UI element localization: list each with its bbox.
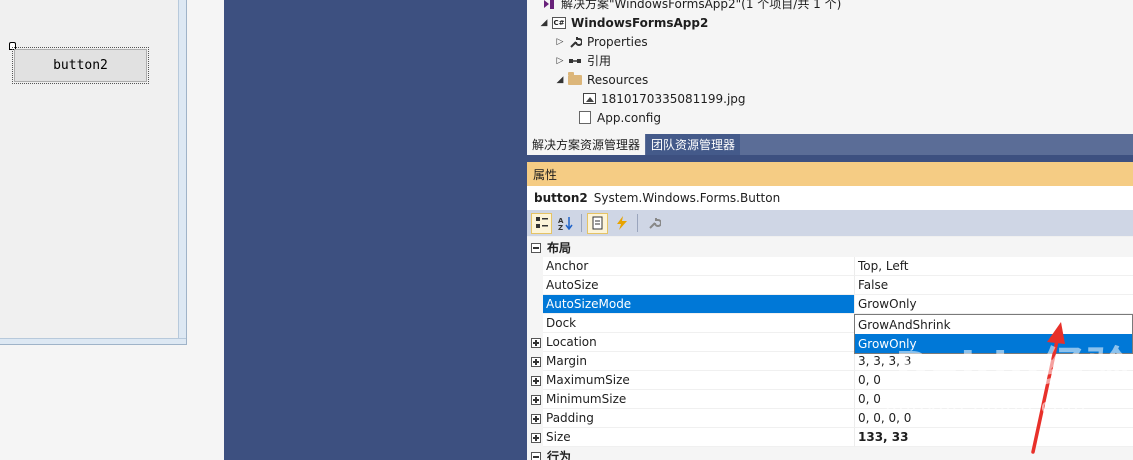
- tree-item-properties[interactable]: ▷ Properties: [553, 32, 648, 51]
- row-gutter: [527, 257, 543, 276]
- collapse-icon[interactable]: [531, 242, 541, 253]
- expand-icon[interactable]: [531, 337, 541, 348]
- property-name[interactable]: MaximumSize: [543, 371, 855, 390]
- events-lightning-icon[interactable]: [611, 213, 632, 234]
- panel-splitter[interactable]: [527, 155, 1133, 162]
- property-row-autosizemode[interactable]: AutoSizeMode GrowOnly: [527, 295, 1133, 314]
- form-border-bottom: [0, 338, 186, 344]
- dropdown-option-growonly[interactable]: GrowOnly: [855, 334, 1132, 353]
- property-value-combo[interactable]: GrowOnly: [855, 295, 1133, 314]
- property-value[interactable]: Top, Left: [855, 257, 1133, 276]
- property-value[interactable]: 133, 33: [855, 428, 1133, 447]
- category-layout[interactable]: 布局: [527, 238, 1133, 257]
- row-gutter: [527, 295, 543, 314]
- explorer-tab-strip: 解决方案资源管理器 团队资源管理器: [527, 134, 1133, 155]
- tab-team-explorer[interactable]: 团队资源管理器: [646, 134, 741, 155]
- tab-solution-explorer[interactable]: 解决方案资源管理器: [527, 134, 646, 155]
- object-name: button2: [534, 191, 588, 205]
- config-file-icon: [577, 111, 593, 125]
- row-gutter: [527, 333, 543, 352]
- property-name[interactable]: Padding: [543, 409, 855, 428]
- property-value[interactable]: 0, 0: [855, 371, 1133, 390]
- designer-button2[interactable]: button2: [12, 47, 149, 84]
- svg-text:Z: Z: [558, 224, 563, 230]
- tree-project-label: WindowsFormsApp2: [571, 15, 709, 30]
- properties-toolbar: AZ: [527, 210, 1133, 236]
- form-border-right: [178, 0, 186, 338]
- property-name[interactable]: Margin: [543, 352, 855, 371]
- collapsed-arrow-icon[interactable]: ▷: [553, 37, 567, 47]
- categorized-icon[interactable]: [531, 212, 552, 234]
- property-value[interactable]: 0, 0, 0, 0: [855, 409, 1133, 428]
- image-file-icon: [581, 92, 597, 106]
- category-label: 行为: [547, 450, 572, 460]
- row-gutter: [527, 428, 543, 447]
- row-gutter: [527, 276, 543, 295]
- expanded-arrow-icon[interactable]: ◢: [537, 18, 551, 28]
- tree-item-app-config[interactable]: App.config: [577, 108, 661, 127]
- row-gutter: [527, 371, 543, 390]
- editor-background: [224, 0, 527, 460]
- form-surface[interactable]: button2: [0, 0, 187, 345]
- row-gutter: [527, 314, 543, 333]
- collapse-icon[interactable]: [531, 451, 541, 460]
- properties-title: 属性: [527, 162, 1133, 186]
- csharp-project-icon: C#: [552, 16, 566, 29]
- expanded-arrow-icon[interactable]: ◢: [553, 75, 567, 85]
- row-gutter: [527, 390, 543, 409]
- object-selector[interactable]: button2 System.Windows.Forms.Button: [527, 186, 1133, 210]
- solution-explorer[interactable]: 解决方案"WindowsFormsApp2"(1 个项目/共 1 个) ◢ C#…: [527, 0, 1133, 134]
- expand-icon[interactable]: [531, 375, 541, 386]
- folder-icon: [567, 71, 583, 87]
- property-pages-wrench-icon[interactable]: [643, 213, 664, 234]
- row-gutter: [527, 409, 543, 428]
- tree-project-node[interactable]: ◢ C# WindowsFormsApp2: [537, 13, 709, 32]
- solution-icon: [541, 0, 557, 11]
- property-name[interactable]: Size: [543, 428, 855, 447]
- autosizemode-dropdown-list[interactable]: GrowAndShrink GrowOnly: [854, 314, 1133, 354]
- property-name[interactable]: Location: [543, 333, 855, 352]
- tree-item-image-file[interactable]: 1810170335081199.jpg: [581, 89, 746, 108]
- tree-item-label: 引用: [587, 54, 612, 68]
- property-name[interactable]: AutoSize: [543, 276, 855, 295]
- tree-item-label: Properties: [587, 34, 648, 49]
- red-annotation-arrow: [1031, 322, 1065, 454]
- property-name[interactable]: Dock: [543, 314, 855, 333]
- dropdown-option-growandshrink[interactable]: GrowAndShrink: [855, 315, 1132, 334]
- tree-item-resources[interactable]: ◢ Resources: [553, 70, 648, 89]
- references-icon: [567, 54, 583, 68]
- expand-icon[interactable]: [531, 413, 541, 424]
- expand-icon[interactable]: [531, 356, 541, 367]
- object-type: System.Windows.Forms.Button: [593, 191, 781, 205]
- toolbar-separator: [581, 214, 582, 232]
- tree-solution-label: 解决方案"WindowsFormsApp2"(1 个项目/共 1 个): [561, 0, 842, 11]
- expand-icon[interactable]: [531, 432, 541, 443]
- property-name[interactable]: MinimumSize: [543, 390, 855, 409]
- tree-solution-node[interactable]: 解决方案"WindowsFormsApp2"(1 个项目/共 1 个): [527, 0, 841, 13]
- expand-icon[interactable]: [531, 394, 541, 405]
- collapsed-arrow-icon[interactable]: ▷: [553, 56, 567, 66]
- properties-view-icon[interactable]: [587, 212, 608, 234]
- tree-item-references[interactable]: ▷ 引用: [553, 51, 611, 70]
- property-row-autosize[interactable]: AutoSize False: [527, 276, 1133, 295]
- tree-item-label: App.config: [597, 110, 661, 125]
- property-row-anchor[interactable]: Anchor Top, Left: [527, 257, 1133, 276]
- property-value[interactable]: 0, 0: [855, 390, 1133, 409]
- form-designer[interactable]: button2: [0, 0, 224, 460]
- row-gutter: [527, 352, 543, 371]
- alphabetical-icon[interactable]: AZ: [555, 213, 576, 234]
- property-value[interactable]: 3, 3, 3, 3: [855, 352, 1133, 371]
- tree-item-label: Resources: [587, 72, 649, 87]
- tree-item-label: 1810170335081199.jpg: [601, 91, 746, 106]
- wrench-icon: [567, 35, 583, 49]
- property-name[interactable]: Anchor: [543, 257, 855, 276]
- property-name[interactable]: AutoSizeMode: [543, 295, 855, 314]
- toolbar-separator: [637, 214, 638, 232]
- category-label: 布局: [547, 241, 572, 255]
- property-value[interactable]: False: [855, 276, 1133, 295]
